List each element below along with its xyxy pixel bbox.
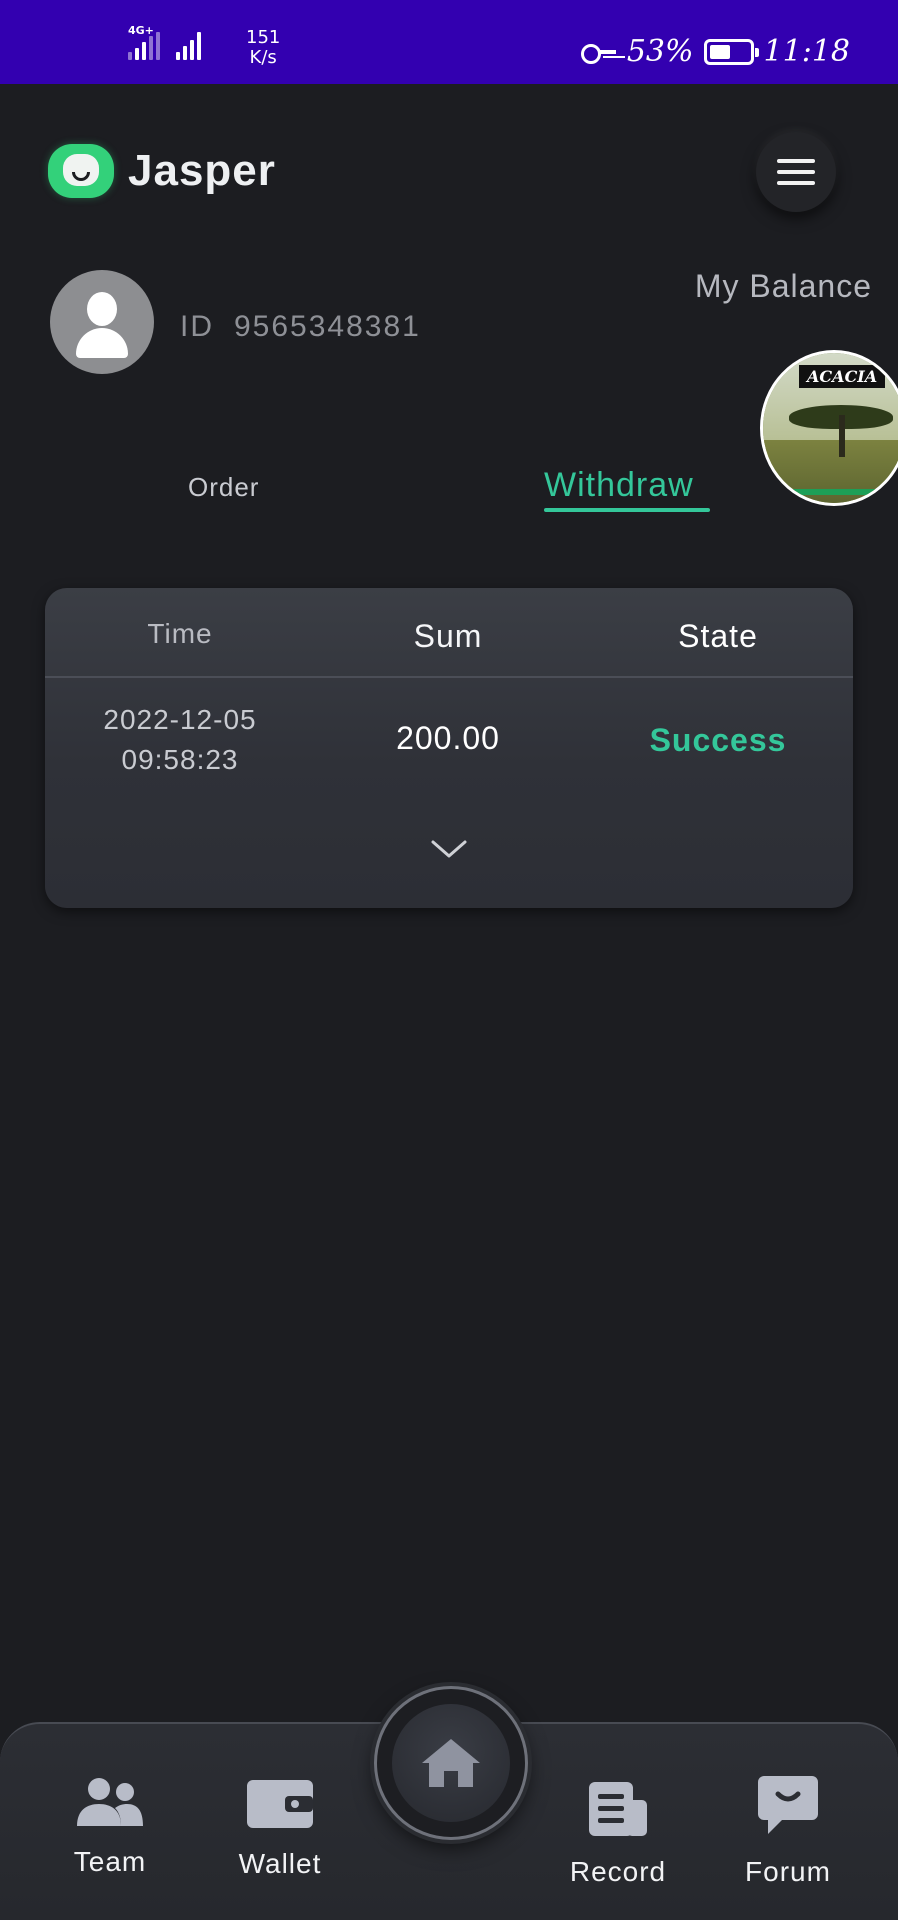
user-avatar-icon [87, 292, 117, 326]
battery-percent: 53% [626, 34, 694, 69]
nav-team-label: Team [73, 1846, 147, 1877]
wallet-icon [247, 1780, 313, 1828]
user-id-value: 9565348381 [234, 310, 421, 343]
jasper-logo-icon [48, 144, 114, 198]
team-icon [77, 1778, 143, 1826]
app-name: Jasper [128, 146, 276, 195]
user-id-label: ID [180, 310, 214, 343]
hamburger-icon [777, 159, 815, 163]
active-tab-indicator [544, 508, 710, 512]
row-sum: 200.00 [396, 720, 500, 756]
speed-unit: K/s [249, 47, 277, 68]
tab-order[interactable]: Order [188, 472, 259, 503]
vpn-key-icon [580, 42, 617, 64]
status-bar: 4G+ 151 K/s 53% 11:18 [0, 0, 898, 84]
column-sum: Sum [413, 618, 483, 654]
tab-withdraw[interactable]: Withdraw [544, 466, 694, 505]
nav-wallet[interactable]: Wallet [228, 1778, 332, 1880]
network-speed: 151 K/s [246, 28, 280, 68]
app-logo: Jasper [48, 144, 276, 198]
expand-button[interactable] [427, 834, 471, 864]
nav-record-label: Record [569, 1856, 667, 1887]
forum-icon [758, 1776, 818, 1834]
row-clock-time: 09:58:23 [121, 744, 239, 775]
app-header: Jasper [0, 84, 898, 264]
avatar[interactable] [50, 270, 154, 374]
battery-icon [703, 38, 759, 65]
table-header: Time Sum State [45, 588, 853, 678]
sponsor-label: ACACIA [799, 365, 886, 388]
row-date: 2022-12-05 [103, 704, 257, 735]
status-right: 53% 11:18 [580, 34, 850, 69]
nav-wallet-label: Wallet [238, 1848, 322, 1879]
menu-button[interactable] [756, 132, 836, 212]
nav-forum[interactable]: Forum [736, 1774, 840, 1888]
withdraw-table: Time Sum State 2022-12-05 09:58:23 200.0… [45, 588, 853, 908]
clock: 11:18 [763, 34, 850, 69]
speed-value: 151 [246, 27, 281, 48]
signal-strength-icon [176, 30, 201, 60]
my-balance-link[interactable]: My Balance [695, 268, 872, 305]
network-type: 4G+ [128, 24, 154, 37]
home-icon [422, 1739, 480, 1787]
nav-team[interactable]: Team [58, 1776, 162, 1878]
sponsor-bubble[interactable]: ACACIA [760, 350, 898, 506]
nav-forum-label: Forum [745, 1856, 831, 1887]
row-state: Success [649, 722, 787, 758]
signal-4g-icon: 4G+ [128, 24, 160, 60]
nav-record[interactable]: Record [566, 1780, 670, 1888]
column-state: State [678, 618, 758, 654]
record-icon [589, 1782, 647, 1836]
column-time: Time [147, 618, 213, 649]
chevron-down-icon [431, 840, 467, 858]
network-indicators: 4G+ [128, 24, 201, 60]
user-id: ID 9565348381 [180, 310, 421, 344]
nav-home[interactable] [374, 1686, 528, 1840]
row-time: 2022-12-05 09:58:23 [45, 700, 315, 780]
